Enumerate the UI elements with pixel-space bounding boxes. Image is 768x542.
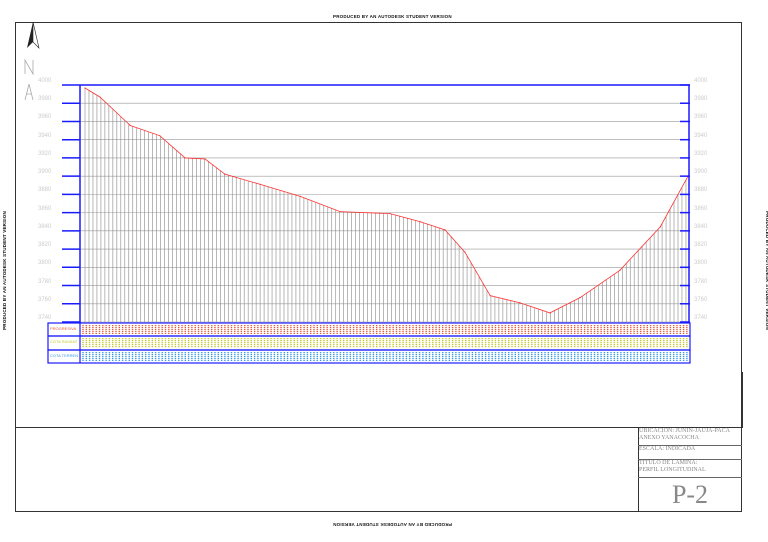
band-label: PROGRESIVA — [50, 326, 77, 331]
data-band-row — [47, 322, 691, 337]
y-tick-label: 3840 — [38, 223, 52, 230]
profile-point — [224, 173, 226, 175]
y-tick-label-right: 3840 — [694, 223, 708, 230]
profile-point — [549, 312, 551, 314]
y-tick-label-right: 3740 — [694, 315, 708, 321]
y-tick-label-right: 3920 — [694, 150, 708, 157]
y-tick-label: 3880 — [38, 187, 52, 194]
profile-point — [659, 226, 661, 228]
profile-point — [99, 96, 101, 98]
profile-point — [84, 87, 86, 89]
y-tick-label: 3800 — [38, 260, 52, 267]
y-tick-label-right: 3960 — [694, 114, 708, 121]
profile-point — [204, 158, 206, 160]
y-tick-label: 3980 — [38, 96, 52, 103]
drawing-sheet: PRODUCED BY AN AUTODESK STUDENT VERSION … — [0, 0, 768, 542]
y-tick-label: 4000 — [38, 78, 52, 84]
band-label: COTA RASANTE — [50, 339, 78, 344]
y-tick-label: 3760 — [38, 296, 52, 303]
profile-point — [519, 302, 521, 304]
profile-point — [389, 213, 391, 215]
profile-point — [259, 183, 261, 185]
y-tick-label: 3900 — [38, 169, 52, 176]
y-tick-label: 3960 — [38, 114, 52, 121]
profile-chart — [24, 21, 691, 364]
profile-point — [129, 124, 131, 127]
y-tick-label-right: 3900 — [694, 169, 708, 176]
y-tick-label-right: 3880 — [694, 187, 708, 194]
y-tick-label: 3920 — [38, 150, 52, 157]
profile-point — [489, 295, 491, 297]
y-tick-label-right: 3760 — [694, 296, 708, 303]
profile-point — [299, 195, 301, 197]
profile-point — [419, 221, 421, 223]
profile-point — [464, 251, 466, 253]
profile-point — [339, 211, 341, 213]
y-tick-label-right: 3800 — [694, 260, 708, 267]
y-tick-label: 3780 — [38, 278, 52, 285]
y-tick-label-right: 3780 — [694, 278, 708, 285]
profile-point — [159, 135, 161, 137]
y-tick-label-right: 3940 — [694, 132, 708, 139]
y-tick-label: 3940 — [38, 132, 52, 139]
y-tick-label: 3860 — [38, 205, 52, 212]
data-band-row — [47, 335, 691, 351]
north-arrow-icon — [24, 21, 40, 101]
band-label: COTA TERRENO — [50, 353, 78, 358]
y-tick-label-right: 4000 — [694, 78, 708, 84]
profile-point — [619, 269, 621, 271]
y-tick-label-right: 3820 — [694, 242, 708, 249]
y-tick-label: 3740 — [38, 315, 52, 321]
y-tick-label: 3820 — [38, 242, 52, 249]
profile-point — [579, 297, 581, 299]
profile-point — [444, 229, 446, 231]
y-tick-label-right: 3980 — [694, 96, 708, 103]
y-tick-label-right: 3860 — [694, 205, 708, 212]
data-band-row — [47, 349, 691, 364]
profile-point — [184, 157, 186, 159]
